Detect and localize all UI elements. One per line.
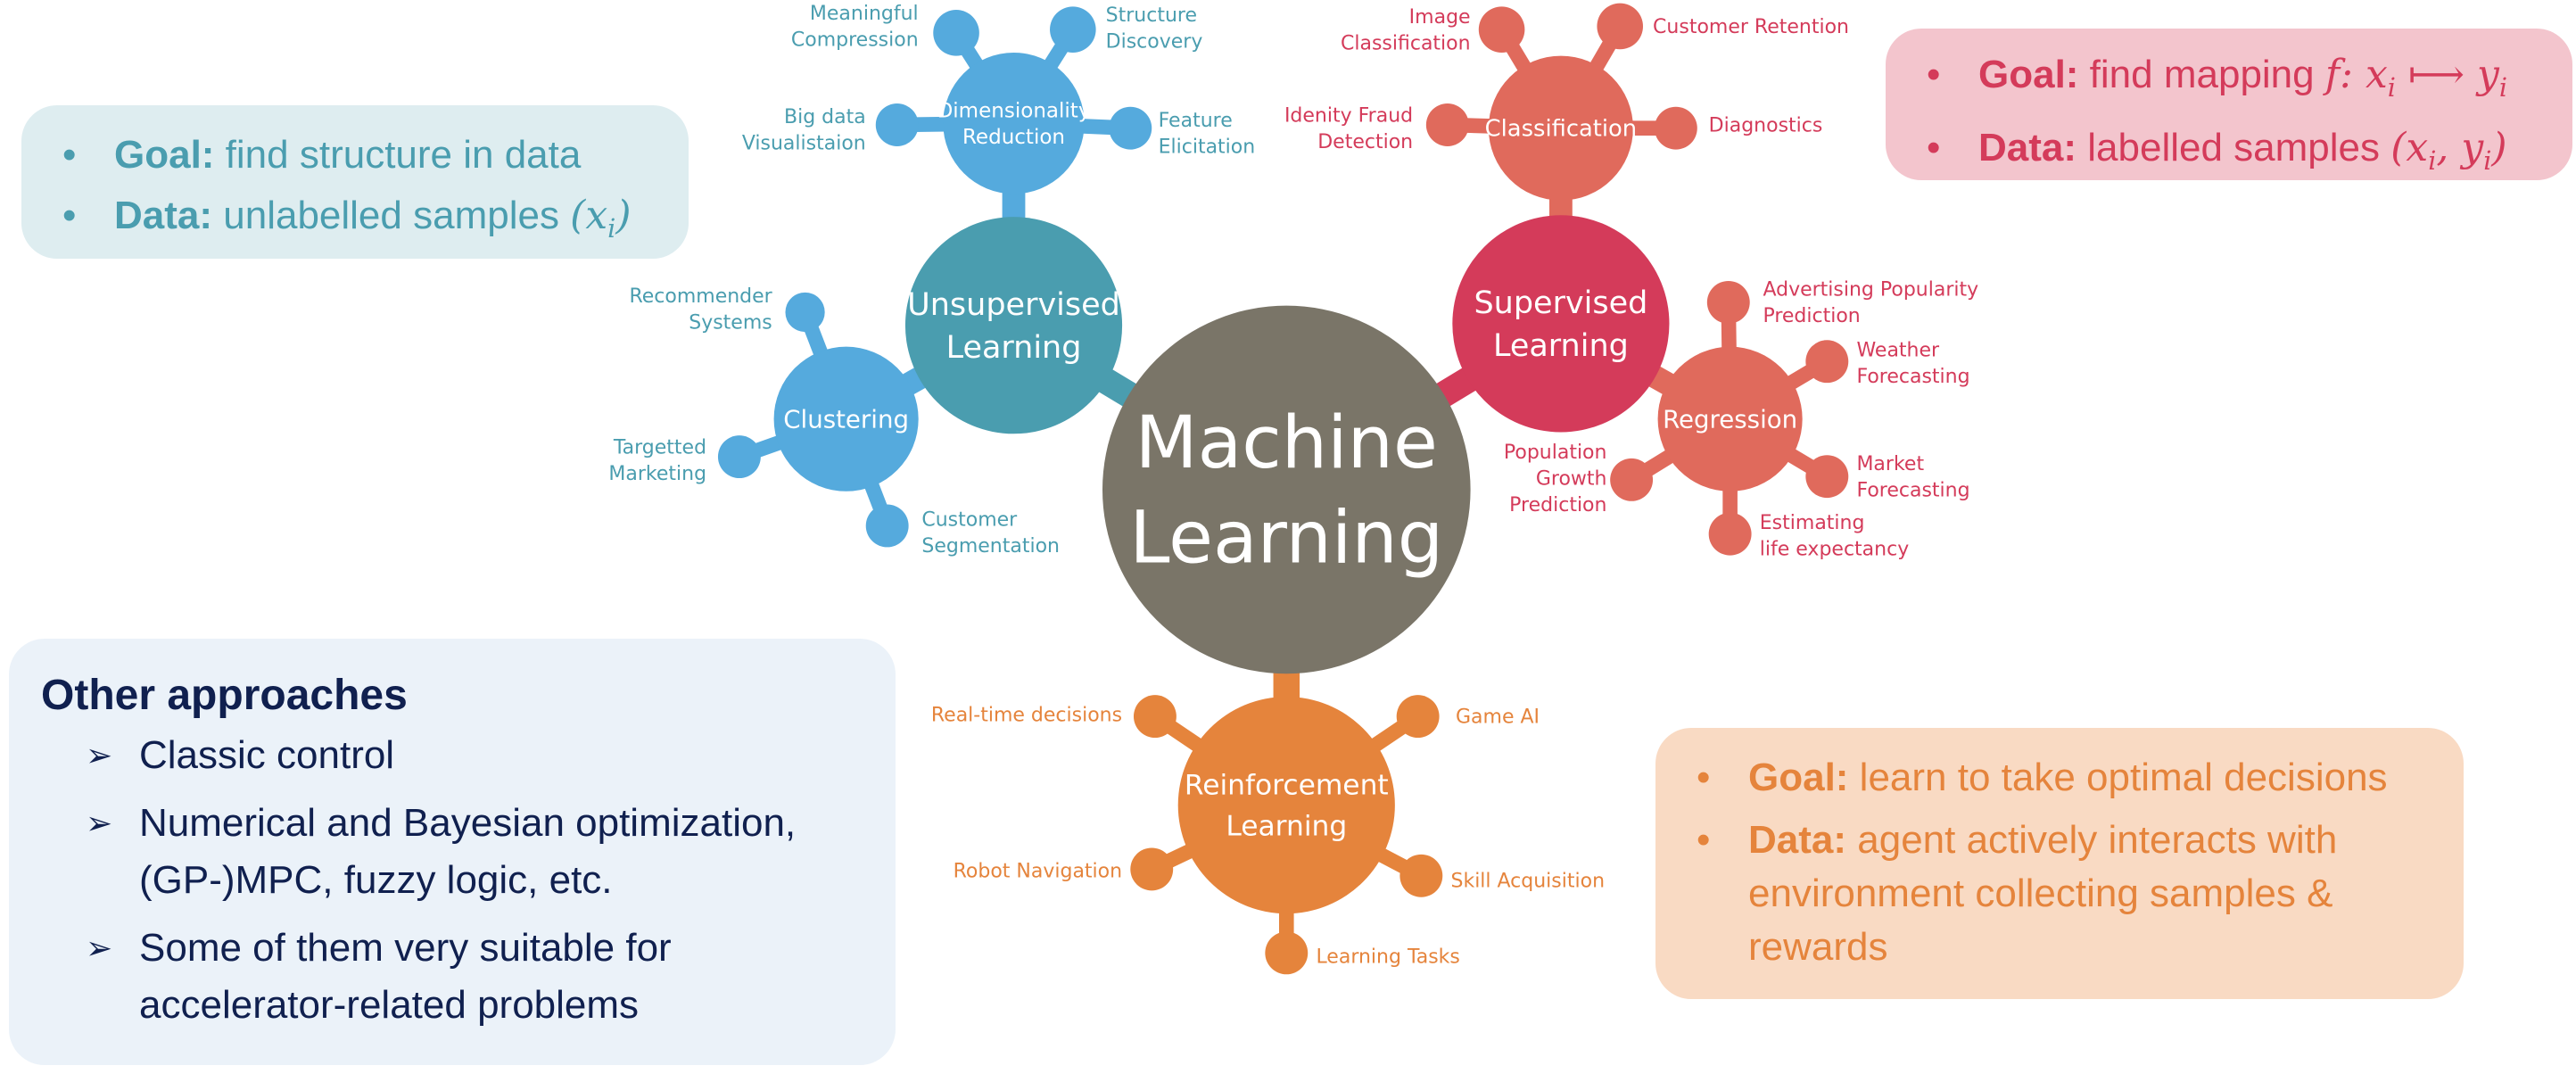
leaf-label: Meaningful Compression: [791, 3, 919, 51]
machine-learning-node: [1102, 305, 1471, 674]
unsupervised-info-box: Goal: find structure in data Data: unlab…: [21, 105, 689, 259]
leaf-node: [1265, 931, 1309, 975]
leaf-node: [1133, 695, 1177, 739]
leaf-node: [933, 10, 979, 56]
leaf-label: Advertising Popularity Prediction: [1763, 279, 1978, 327]
leaf-node: [1654, 106, 1697, 150]
math-part: (x: [570, 193, 608, 238]
data-text: labelled samples: [2076, 125, 2391, 169]
other-approach-item: Some of them very suitable for accelerat…: [41, 920, 896, 1034]
leaf-label: Customer Retention: [1653, 16, 1849, 38]
reinforcement-data: Data: agent actively interacts with envi…: [1655, 814, 2464, 974]
leaf-node: [1050, 6, 1096, 53]
reinforcement-goal: Goal: learn to take optimal decisions: [1655, 751, 2464, 805]
reinforcement-learning-node: [1177, 697, 1395, 914]
leaf-node: [875, 103, 919, 146]
leaf-node: [865, 504, 909, 548]
math-part: f: x: [2324, 52, 2388, 97]
supervised-info-box: Goal: find mapping f: xi ⟼ yi Data: labe…: [1886, 29, 2572, 180]
leaf-label: Estimating life expectancy: [1760, 512, 1909, 560]
reinforcement-info-box: Goal: learn to take optimal decisions Da…: [1655, 728, 2464, 999]
other-approaches-title: Other approaches: [41, 672, 408, 719]
leaf-node: [1425, 103, 1469, 146]
math-part: ⟼ y: [2395, 52, 2499, 97]
other-approach-item: Numerical and Bayesian optimization, (GP…: [41, 795, 896, 909]
goal-label: Goal:: [1978, 53, 2079, 96]
leaf-label: Diagnostics: [1709, 114, 1823, 136]
leaf-node: [1109, 106, 1152, 150]
other-approach-item: Classic control: [41, 727, 896, 784]
leaf-node: [785, 292, 825, 333]
leaf-node: [1399, 854, 1443, 897]
leaf-label: Robot Navigation: [954, 861, 1122, 883]
leaf-label: Idenity Fraud Detection: [1284, 104, 1413, 153]
data-math: (xi): [570, 193, 632, 244]
math-sub: i: [2483, 145, 2492, 176]
clustering-label: Clustering: [783, 404, 909, 434]
leaf-label: Image Classification: [1341, 6, 1471, 54]
math-sub: i: [2428, 145, 2437, 176]
unsupervised-goal: Goal: find structure in data: [21, 125, 689, 186]
leaf-node: [1610, 458, 1654, 501]
leaf-label: Real-time decisions: [931, 705, 1122, 727]
leaf-node: [1708, 512, 1752, 556]
leaf-node: [1706, 280, 1750, 324]
leaf-label: Customer Segmentation: [921, 508, 1060, 557]
classification-label: Classification: [1485, 116, 1637, 143]
leaf-label: Weather Forecasting: [1856, 340, 1969, 388]
regression-label: Regression: [1663, 404, 1797, 434]
leaf-label: Structure Discovery: [1106, 4, 1203, 53]
leaf-label: Skill Acquisition: [1450, 871, 1605, 893]
supervised-data: Data: labelled samples (xi, yi): [1886, 118, 2572, 191]
leaf-label: Recommender Systems: [629, 285, 772, 334]
leaf-label: Feature Elicitation: [1159, 110, 1256, 158]
leaf-node: [1478, 6, 1525, 53]
math-sub: i: [2498, 71, 2508, 103]
math-sub: i: [2387, 71, 2396, 103]
unsupervised-data: Data: unlabelled samples (xi): [21, 186, 689, 259]
leaf-label: Targetted Marketing: [608, 436, 706, 484]
goal-text: find structure in data: [214, 133, 582, 177]
leaf-label: Game AI: [1456, 706, 1540, 728]
other-approaches-box: Other approaches Classic control Numeric…: [9, 639, 896, 1065]
unsupervised-learning-node: [904, 217, 1123, 434]
math-part: ): [2491, 124, 2507, 170]
leaf-node: [1396, 695, 1440, 739]
math-part: ): [615, 193, 632, 238]
leaf-label: Population Growth Prediction: [1504, 442, 1607, 516]
leaf-node: [1805, 455, 1849, 499]
dimensionality-reduction-node: [943, 52, 1085, 194]
math-part: (x: [2390, 124, 2429, 170]
leaf-label: Learning Tasks: [1316, 946, 1459, 968]
goal-text: find mapping: [2078, 53, 2325, 96]
data-label: Data:: [114, 194, 213, 237]
supervised-learning-node: [1452, 215, 1670, 433]
leaf-label: Big data Visualistaion: [742, 106, 866, 154]
supervised-goal: Goal: find mapping f: xi ⟼ yi: [1886, 45, 2572, 118]
goal-text: learn to take optimal decisions: [1848, 756, 2388, 799]
data-label: Data:: [1748, 818, 1847, 862]
data-text: unlabelled samples: [212, 194, 571, 237]
goal-label: Goal:: [114, 133, 215, 177]
leaf-node: [717, 435, 761, 479]
leaf-node: [1597, 3, 1644, 50]
data-math: (xi, yi): [2390, 124, 2507, 176]
goal-label: Goal:: [1748, 756, 1849, 799]
data-label: Data:: [1978, 125, 2077, 169]
leaf-label: Market Forecasting: [1856, 453, 1969, 501]
math-part: , y: [2436, 124, 2484, 170]
leaf-node: [1805, 340, 1849, 384]
leaf-node: [1130, 847, 1174, 891]
math-sub: i: [607, 212, 616, 244]
goal-math: f: xi ⟼ yi: [2324, 52, 2507, 103]
